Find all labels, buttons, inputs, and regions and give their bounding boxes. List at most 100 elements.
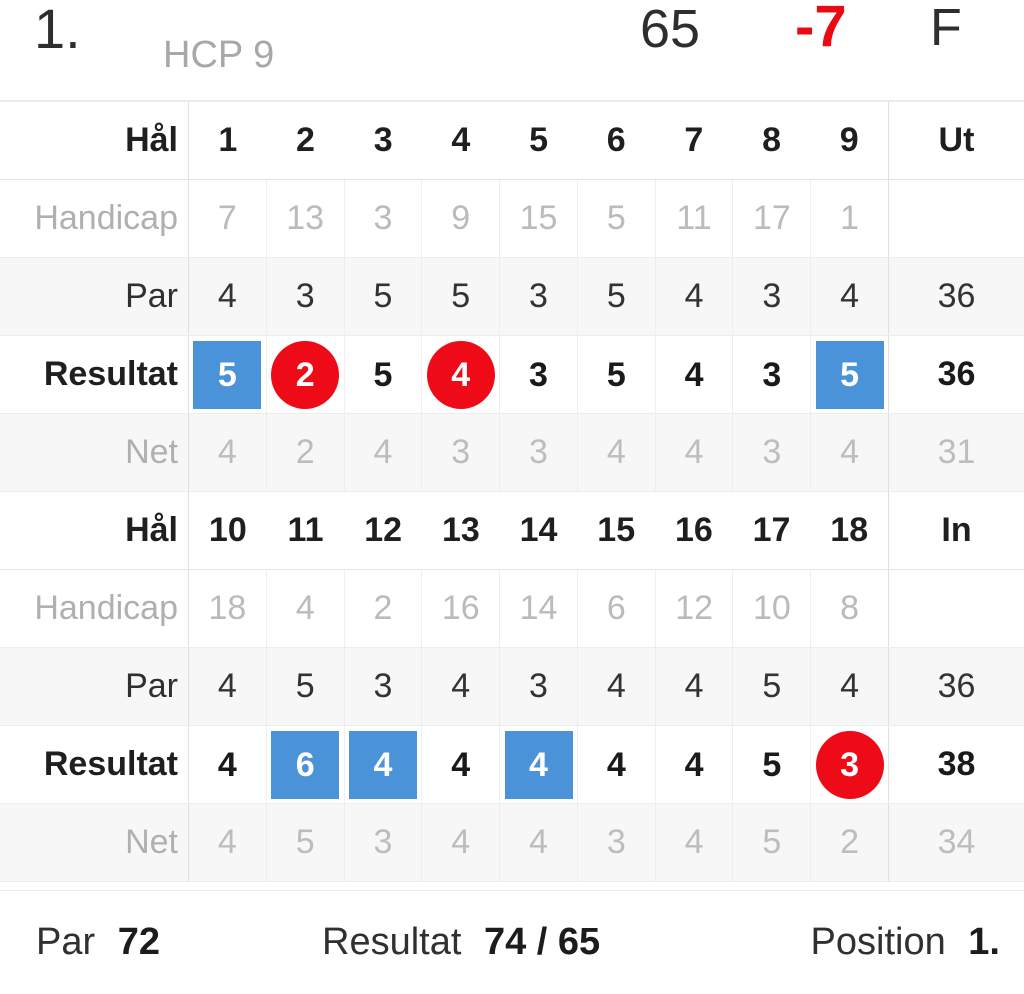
handicap-value: 6 bbox=[576, 570, 655, 647]
hole-number: 8 bbox=[762, 121, 781, 159]
score-cell[interactable]: 2 bbox=[265, 336, 344, 413]
score-cell[interactable]: 5 bbox=[188, 336, 266, 413]
score-cell[interactable]: 4 bbox=[499, 726, 577, 803]
handicap-value: 15 bbox=[499, 180, 577, 257]
row-label-hole: Hål bbox=[125, 121, 178, 159]
back-handicap-row: Handicap 18 4 2 16 14 6 12 10 8 bbox=[0, 570, 1024, 648]
par-value: 3 bbox=[265, 258, 344, 335]
handicap-value: 4 bbox=[265, 570, 344, 647]
score-marker: 4 bbox=[606, 745, 626, 784]
front-total-header: Ut bbox=[888, 102, 1024, 179]
score-marker: 4 bbox=[217, 745, 237, 784]
score-cell[interactable]: 4 bbox=[654, 336, 733, 413]
back-par-row: Par 4 5 3 4 3 4 4 5 4 36 bbox=[0, 648, 1024, 726]
front-par-row: Par 4 3 5 5 3 5 4 3 4 36 bbox=[0, 258, 1024, 336]
net-value: 3 bbox=[732, 414, 810, 491]
handicap-value: 16 bbox=[421, 570, 499, 647]
par-value: 5 bbox=[265, 648, 344, 725]
score-marker: 3 bbox=[529, 355, 548, 394]
net-value: 2 bbox=[810, 804, 888, 881]
net-value: 5 bbox=[732, 804, 810, 881]
score-cell[interactable]: 3 bbox=[499, 336, 577, 413]
score-cell[interactable]: 5 bbox=[810, 336, 888, 413]
par-value: 3 bbox=[499, 258, 577, 335]
hole-number: 15 bbox=[597, 511, 636, 549]
handicap-value: 7 bbox=[188, 180, 266, 257]
score-cell[interactable]: 4 bbox=[421, 726, 499, 803]
score-marker: 5 bbox=[373, 355, 393, 394]
net-value: 4 bbox=[499, 804, 577, 881]
footer-position-label: Position bbox=[810, 921, 946, 963]
back-hole-cells: 10 11 12 13 14 15 16 17 18 bbox=[188, 492, 888, 569]
front-result-cells: 5 2 5 4 3 5 4 3 5 bbox=[188, 336, 888, 413]
row-label-result: Resultat bbox=[43, 745, 178, 783]
score-cell[interactable]: 4 bbox=[576, 726, 655, 803]
score-cell[interactable]: 5 bbox=[343, 336, 422, 413]
scorecard-screen: 1. HCP 9 65 -7 F Hål 1 2 3 4 5 6 7 8 9 U… bbox=[0, 0, 1024, 994]
score-cell[interactable]: 4 bbox=[188, 726, 266, 803]
hole-number: 6 bbox=[606, 121, 626, 159]
front-handicap-cells: 7 13 3 9 15 5 11 17 1 bbox=[188, 180, 888, 257]
score-cell[interactable]: 4 bbox=[421, 336, 499, 413]
summary-handicap: HCP 9 bbox=[163, 34, 275, 76]
summary-gross-score: 65 bbox=[640, 0, 701, 59]
par-value: 5 bbox=[343, 258, 422, 335]
score-cell[interactable]: 4 bbox=[343, 726, 422, 803]
par-value: 3 bbox=[343, 648, 422, 725]
row-label-result: Resultat bbox=[43, 355, 178, 393]
score-marker: 5 bbox=[815, 340, 884, 409]
hole-number: 14 bbox=[519, 511, 558, 549]
score-marker: 6 bbox=[271, 730, 340, 799]
back-net-total: 34 bbox=[888, 804, 1024, 881]
net-value: 4 bbox=[810, 414, 888, 491]
net-value: 3 bbox=[343, 804, 422, 881]
net-value: 3 bbox=[421, 414, 499, 491]
handicap-value: 18 bbox=[188, 570, 266, 647]
footer-position-value: 1. bbox=[968, 921, 1000, 963]
par-value: 4 bbox=[188, 648, 266, 725]
footer-par-label: Par bbox=[36, 921, 96, 963]
score-cell[interactable]: 3 bbox=[810, 726, 888, 803]
score-cell[interactable]: 5 bbox=[732, 726, 810, 803]
score-marker: 3 bbox=[815, 730, 884, 799]
score-cell[interactable]: 5 bbox=[576, 336, 655, 413]
net-value: 4 bbox=[188, 414, 266, 491]
front-handicap-total bbox=[888, 180, 1024, 257]
score-cell[interactable]: 4 bbox=[654, 726, 733, 803]
front-hole-header-row: Hål 1 2 3 4 5 6 7 8 9 Ut bbox=[0, 102, 1024, 180]
back-hole-header-row: Hål 10 11 12 13 14 15 16 17 18 In bbox=[0, 492, 1024, 570]
net-value: 2 bbox=[265, 414, 344, 491]
back-total-header: In bbox=[888, 492, 1024, 569]
handicap-value: 11 bbox=[654, 180, 733, 257]
front-par-cells: 4 3 5 5 3 5 4 3 4 bbox=[188, 258, 888, 335]
hole-number: 9 bbox=[839, 121, 859, 159]
handicap-value: 17 bbox=[732, 180, 810, 257]
handicap-value: 13 bbox=[265, 180, 344, 257]
hole-number: 16 bbox=[674, 511, 713, 549]
row-label-par: Par bbox=[125, 667, 178, 705]
score-cell[interactable]: 3 bbox=[732, 336, 810, 413]
footer-result-value: 74 / 65 bbox=[483, 921, 601, 963]
net-value: 3 bbox=[576, 804, 655, 881]
net-value: 4 bbox=[188, 804, 266, 881]
row-label-handicap: Handicap bbox=[34, 199, 178, 237]
par-value: 4 bbox=[810, 648, 888, 725]
summary-position: 1. bbox=[34, 0, 81, 60]
score-marker: 5 bbox=[762, 745, 782, 784]
handicap-value: 9 bbox=[421, 180, 499, 257]
back-result-total: 38 bbox=[888, 726, 1024, 803]
hole-number: 10 bbox=[188, 492, 267, 569]
front-hole-cells: 1 2 3 4 5 6 7 8 9 bbox=[188, 102, 888, 179]
handicap-value: 2 bbox=[343, 570, 422, 647]
net-value: 3 bbox=[499, 414, 577, 491]
hole-number: 12 bbox=[364, 511, 403, 549]
score-marker: 5 bbox=[606, 355, 626, 394]
score-cell[interactable]: 6 bbox=[265, 726, 344, 803]
back-net-cells: 4 5 3 4 4 3 4 5 2 bbox=[188, 804, 888, 881]
hole-number: 11 bbox=[287, 511, 324, 549]
footer-par-value: 72 bbox=[117, 921, 160, 963]
front-result-row: Resultat 5 2 5 4 3 5 4 3 5 36 bbox=[0, 336, 1024, 414]
front-net-cells: 4 2 4 3 3 4 4 3 4 bbox=[188, 414, 888, 491]
hole-number: 2 bbox=[296, 121, 315, 159]
row-label-hole: Hål bbox=[125, 511, 178, 549]
